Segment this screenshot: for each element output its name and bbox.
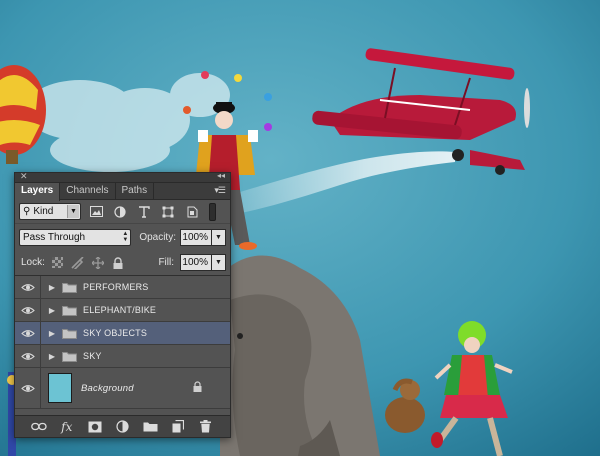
- folder-icon: [62, 328, 77, 339]
- layer-thumbnail: [48, 373, 72, 403]
- expand-triangle-icon[interactable]: ▶: [45, 283, 59, 292]
- search-icon: ⚲: [23, 206, 31, 217]
- layer-row-background[interactable]: Background: [15, 368, 230, 409]
- tab-channels[interactable]: Channels: [60, 183, 116, 200]
- expand-triangle-icon[interactable]: ▶: [45, 306, 59, 315]
- lock-label: Lock:: [21, 257, 45, 268]
- layer-row-performers[interactable]: ▶ PERFORMERS: [15, 276, 230, 299]
- panel-titlebar[interactable]: ✕ ◂◂: [15, 171, 230, 183]
- layer-name: SKY OBJECTS: [83, 328, 148, 338]
- lock-transparent-pixels-icon[interactable]: [51, 256, 65, 270]
- collapse-icon[interactable]: ◂◂: [217, 171, 225, 180]
- visibility-eye-icon[interactable]: [15, 276, 41, 298]
- layer-filter-row: ⚲ Kind ▼: [15, 200, 230, 224]
- folder-icon: [62, 305, 77, 316]
- new-adjustment-layer-icon[interactable]: [113, 419, 131, 435]
- lock-row: Lock: Fill: 100% ▼: [15, 250, 230, 276]
- visibility-eye-icon[interactable]: [15, 322, 41, 344]
- lock-all-icon[interactable]: [111, 256, 125, 270]
- fill-label: Fill:: [158, 257, 174, 268]
- adjustment-layer-filter-icon[interactable]: [111, 204, 129, 220]
- visibility-eye-icon[interactable]: [15, 299, 41, 321]
- layer-name: ELEPHANT/BIKE: [83, 305, 157, 315]
- fill-input[interactable]: 100%: [180, 254, 212, 271]
- panel-menu-icon[interactable]: ▾☰: [214, 185, 226, 196]
- visibility-eye-icon[interactable]: [15, 368, 41, 408]
- panel-bottom-bar: fx: [15, 415, 230, 437]
- opacity-label: Opacity:: [139, 231, 176, 243]
- add-mask-icon[interactable]: [86, 419, 104, 435]
- filter-kind-select[interactable]: ⚲ Kind ▼: [19, 203, 81, 220]
- blend-mode-select[interactable]: Pass Through ▲ ▼: [19, 228, 132, 246]
- filter-toggle-switch[interactable]: [209, 202, 216, 221]
- layer-row-sky[interactable]: ▶ SKY: [15, 345, 230, 368]
- filter-kind-label: Kind: [33, 206, 54, 217]
- type-layer-filter-icon[interactable]: [135, 204, 153, 220]
- layer-name: PERFORMERS: [83, 282, 149, 292]
- link-layers-icon[interactable]: [30, 419, 48, 435]
- lock-icon: [193, 381, 202, 395]
- new-layer-icon[interactable]: [169, 419, 187, 435]
- close-icon[interactable]: ✕: [20, 171, 28, 182]
- panel-tabs: Layers Channels Paths ▾☰: [15, 183, 230, 201]
- layer-name: SKY: [83, 351, 102, 361]
- chevron-down-icon: ▼: [67, 205, 79, 218]
- new-group-icon[interactable]: [141, 419, 159, 435]
- layer-row-elephant-bike[interactable]: ▶ ELEPHANT/BIKE: [15, 299, 230, 322]
- tab-layers[interactable]: Layers: [15, 183, 61, 201]
- pixel-layer-filter-icon[interactable]: [87, 204, 105, 220]
- lock-image-pixels-icon[interactable]: [71, 256, 85, 270]
- expand-triangle-icon[interactable]: ▶: [45, 329, 59, 338]
- layer-name: Background: [81, 382, 134, 394]
- trash-icon[interactable]: [197, 419, 215, 435]
- opacity-dropdown-icon[interactable]: ▼: [212, 228, 226, 246]
- fill-dropdown-icon[interactable]: ▼: [212, 254, 226, 271]
- blend-mode-value: Pass Through: [23, 231, 86, 243]
- layer-row-sky-objects[interactable]: ▶ SKY OBJECTS: [15, 322, 230, 345]
- tab-paths[interactable]: Paths: [116, 183, 155, 200]
- folder-icon: [62, 351, 77, 362]
- visibility-eye-icon[interactable]: [15, 345, 41, 367]
- expand-triangle-icon[interactable]: ▶: [45, 352, 59, 361]
- shape-layer-filter-icon[interactable]: [159, 204, 177, 220]
- smart-object-filter-icon[interactable]: [183, 204, 201, 220]
- layers-list: ▶ PERFORMERS ▶ ELEPHANT/BIKE ▶ SKY OBJEC…: [15, 276, 230, 409]
- blend-row: Pass Through ▲ ▼ Opacity: 100% ▼: [15, 224, 230, 250]
- stepper-icon: ▲ ▼: [122, 230, 129, 243]
- folder-icon: [62, 282, 77, 293]
- layers-panel: ✕ ◂◂ Layers Channels Paths ▾☰ ⚲ Kind ▼ P…: [14, 171, 231, 438]
- lock-position-icon[interactable]: [91, 256, 105, 270]
- opacity-input[interactable]: 100%: [180, 228, 212, 246]
- layer-style-fx-icon[interactable]: fx: [58, 419, 76, 435]
